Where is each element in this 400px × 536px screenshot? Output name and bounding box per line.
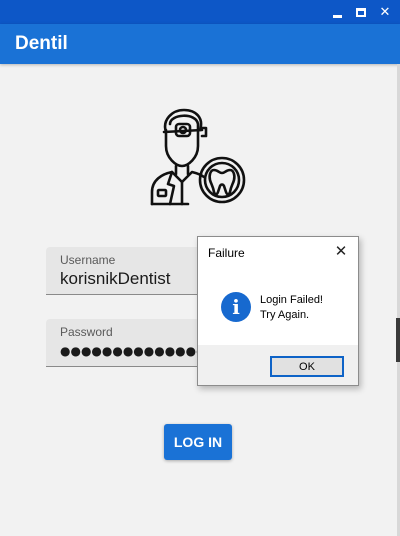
dialog-message-line1: Login Failed! — [260, 294, 323, 306]
username-input[interactable]: korisnikDentist — [60, 269, 171, 289]
failure-dialog: Failure ✕ i Login Failed! Try Again. OK — [197, 236, 359, 386]
dentist-with-tooth-icon — [148, 108, 250, 206]
password-input[interactable]: ●●●●●●●●●●●●●● — [60, 344, 207, 358]
dialog-footer: OK — [198, 345, 358, 385]
dialog-close-icon[interactable]: ✕ — [330, 240, 352, 262]
login-button[interactable]: LOG IN — [164, 424, 232, 460]
scrollbar-thumb[interactable] — [396, 318, 400, 362]
ok-button[interactable]: OK — [270, 356, 344, 377]
password-label: Password — [60, 325, 113, 339]
dialog-message: Login Failed! Try Again. — [260, 293, 323, 323]
close-icon[interactable]: ✕ — [374, 0, 396, 24]
window-titlebar: ✕ — [0, 0, 400, 24]
dialog-message-line2: Try Again. — [260, 309, 310, 321]
info-icon: i — [221, 292, 251, 322]
dialog-title: Failure — [208, 246, 245, 260]
maximize-icon[interactable] — [350, 0, 372, 24]
minimize-icon[interactable] — [326, 0, 348, 24]
app-title: Dentil — [15, 33, 68, 54]
username-label: Username — [60, 253, 116, 267]
app-bar: Dentil — [0, 24, 400, 64]
